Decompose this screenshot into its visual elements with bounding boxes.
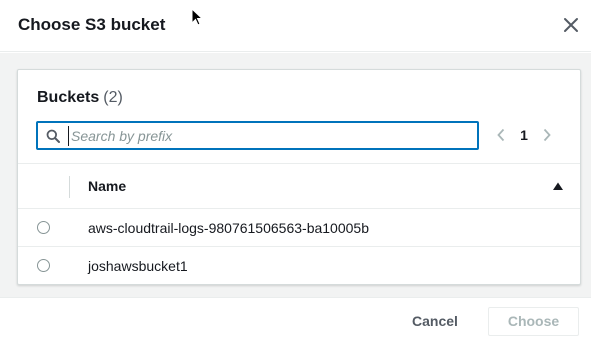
- pagination: 1: [492, 122, 556, 148]
- modal-title: Choose S3 bucket: [18, 15, 166, 34]
- previous-page-button[interactable]: [492, 122, 510, 148]
- table-title-text: Buckets: [37, 89, 100, 106]
- current-page-number[interactable]: 1: [510, 127, 538, 143]
- bucket-count: (2): [103, 89, 123, 106]
- table-title: Buckets (2): [37, 89, 123, 107]
- table-row[interactable]: joshawsbucket1: [18, 247, 580, 285]
- bucket-name: aws-cloudtrail-logs-980761506563-ba10005…: [88, 220, 369, 236]
- choose-button[interactable]: Choose: [488, 307, 579, 336]
- search-box[interactable]: [36, 121, 479, 150]
- modal-footer: Cancel Choose: [0, 297, 591, 340]
- modal-header: Choose S3 bucket: [0, 0, 591, 52]
- chevron-right-icon: [543, 128, 551, 142]
- search-input[interactable]: [68, 126, 468, 146]
- sort-ascending-icon[interactable]: [552, 181, 564, 191]
- chevron-left-icon: [497, 128, 505, 142]
- cancel-button[interactable]: Cancel: [401, 307, 469, 335]
- table-header: Name: [18, 163, 580, 209]
- close-icon: [564, 18, 578, 32]
- bucket-name: joshawsbucket1: [88, 258, 188, 274]
- column-divider: [69, 176, 70, 198]
- table-row[interactable]: aws-cloudtrail-logs-980761506563-ba10005…: [18, 209, 580, 247]
- row-select-radio[interactable]: [37, 259, 50, 272]
- next-page-button[interactable]: [538, 122, 556, 148]
- column-header-name[interactable]: Name: [88, 178, 126, 194]
- mouse-cursor-icon: [191, 7, 204, 28]
- row-select-radio[interactable]: [37, 221, 50, 234]
- close-button[interactable]: [560, 14, 582, 36]
- buckets-table-card: Buckets(2) 1 Name aws-cloudtrail-logs-: [17, 69, 581, 285]
- search-icon: [46, 129, 60, 143]
